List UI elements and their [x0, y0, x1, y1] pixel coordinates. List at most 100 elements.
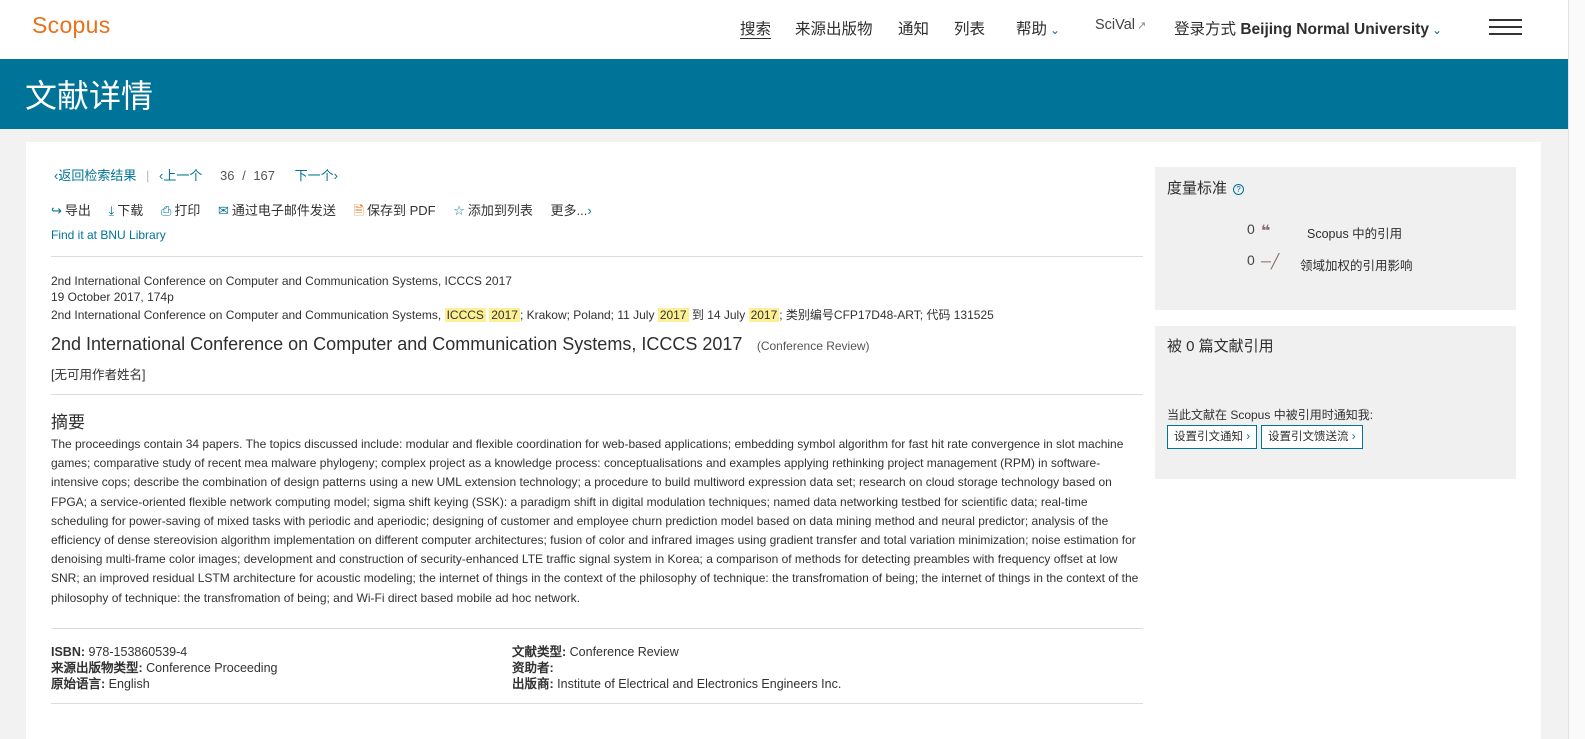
download-icon: ⤓ [108, 203, 115, 218]
citation-feed-label: 设置引文馈送流 [1268, 431, 1349, 443]
chevron-right-icon: › [1246, 431, 1251, 443]
sponsor-row: 资助者: [512, 660, 841, 676]
page-title: 文献详情 [25, 78, 154, 114]
details-left: ISBN: 978-153860539-4 来源出版物类型: Conferenc… [51, 644, 278, 692]
highlighted-term: 2017 [657, 308, 689, 322]
print-button[interactable]: ⎙ 打印 [161, 203, 200, 218]
abstract-text: The proceedings contain 34 papers. The t… [51, 437, 1139, 605]
citations-label[interactable]: Scopus 中的引用 [1307, 223, 1402, 242]
abstract-heading: 摘要 [51, 413, 85, 432]
pdf-icon: 🗎 [353, 203, 364, 218]
publisher-row: 出版商: Institute of Electrical and Electro… [512, 676, 841, 692]
language-label: 原始语言: [51, 677, 106, 691]
page-banner: 文献详情 [0, 59, 1568, 129]
action-toolbar: ↪ 导出 ⤓ 下载 ⎙ 打印 ✉ 通过电子邮件发送 🗎 保存到 PDF ☆ 添加到列表 更多… [51, 200, 592, 224]
result-current: 36 [219, 168, 235, 183]
document-title-row: 2nd International Conference on Computer… [51, 334, 870, 355]
chevron-down-icon: ⌄ [1431, 23, 1443, 37]
nav-scival-label: SciVal [1095, 17, 1136, 33]
email-icon: ✉ [217, 203, 229, 218]
scopus-logo[interactable]: Scopus [32, 12, 111, 39]
next-link[interactable]: 下一个› [295, 168, 338, 183]
nav-help-label: 帮助 [1016, 21, 1048, 38]
add-to-list-button[interactable]: ☆ 添加到列表 [453, 203, 533, 218]
highlighted-term: 2017 [489, 308, 520, 322]
metrics-title: 度量标准? [1167, 177, 1245, 198]
email-button[interactable]: ✉ 通过电子邮件发送 [218, 203, 336, 218]
chevron-right-icon: › [1351, 431, 1356, 443]
divider [51, 256, 1143, 257]
citation-alert-label: 设置引文通知 [1174, 431, 1243, 443]
source-type-label: 来源出版物类型: [51, 661, 143, 675]
document-type: (Conference Review) [756, 339, 870, 353]
divider [51, 703, 1143, 704]
save-pdf-label: 保存到 PDF [366, 203, 436, 218]
set-citation-feed-button[interactable]: 设置引文馈送流 › [1261, 425, 1363, 449]
add-list-label: 添加到列表 [467, 203, 533, 218]
metrics-title-label: 度量标准 [1167, 180, 1228, 197]
fwci-value: 0 [1247, 252, 1255, 268]
doc-type-label: 文献类型: [512, 645, 567, 659]
document-details-card: ‹返回检索结果 | ‹上一个 36 / 167 下一个› ↪ 导出 ⤓ 下载 ⎙ 打印… [26, 142, 1541, 739]
source-conference-line: 2nd International Conference on Computer… [51, 306, 994, 323]
doc-type-row: 文献类型: Conference Review [512, 644, 841, 660]
highlighted-term: 2017 [748, 308, 780, 322]
isbn-value: 978-153860539-4 [88, 645, 188, 659]
nav-login-institution[interactable]: 登录方式 Beijing Normal University ⌄ [1174, 17, 1442, 39]
library-link[interactable]: Find it at BNU Library [51, 228, 166, 242]
more-button[interactable]: 更多...› [551, 203, 592, 218]
quote-icon: ❝ [1261, 223, 1271, 240]
previous-link[interactable]: ‹上一个 [159, 168, 202, 183]
star-icon: ☆ [453, 203, 465, 218]
divider [51, 628, 1143, 629]
conference-name: 2nd International Conference on Computer… [51, 308, 442, 322]
more-label: 更多... [550, 203, 588, 218]
previous-label: 上一个 [163, 168, 203, 183]
set-citation-alert-button[interactable]: 设置引文通知 › [1167, 425, 1258, 449]
back-label: 返回检索结果 [58, 168, 137, 183]
conference-code: ; 类别编号CFP17D48-ART; 代码 131525 [779, 308, 994, 322]
result-separator: / [242, 168, 246, 183]
fwci-label[interactable]: 领域加权的引用影响 [1300, 255, 1413, 274]
result-total: 167 [253, 168, 276, 183]
print-icon: ⎙ [160, 203, 172, 218]
metrics-panel: 度量标准? 0 ❝ Scopus 中的引用 0 ─╱ 领域加权的引用影响 [1155, 167, 1516, 310]
help-icon[interactable]: ? [1233, 184, 1245, 195]
highlighted-term: ICCCS [444, 308, 486, 322]
next-label: 下一个 [294, 168, 334, 183]
nav-sources[interactable]: 来源出版物 [795, 17, 873, 39]
nav-search[interactable]: 搜索 [740, 17, 771, 39]
download-button[interactable]: ⤓ 下载 [109, 203, 144, 218]
scrollbar[interactable] [1568, 0, 1585, 739]
nav-scival[interactable]: SciVal ↗ [1095, 17, 1146, 33]
institution-name: Beijing Normal University [1240, 21, 1429, 38]
citations-count: 0 [1247, 221, 1255, 237]
notify-text: 当此文献在 Scopus 中被引用时通知我: [1167, 408, 1374, 422]
save-pdf-button[interactable]: 🗎 保存到 PDF [354, 203, 436, 218]
export-button[interactable]: ↪ 导出 [51, 203, 91, 218]
publisher-value: Institute of Electrical and Electronics … [557, 677, 842, 691]
nav-help[interactable]: 帮助 ⌄ [1016, 17, 1060, 39]
scale-icon: ─╱ [1261, 253, 1280, 269]
isbn-row: ISBN: 978-153860539-4 [51, 644, 278, 660]
source-type-row: 来源出版物类型: Conference Proceeding [51, 660, 278, 676]
hamburger-menu-icon[interactable] [1489, 19, 1522, 37]
nav-alerts[interactable]: 通知 [898, 17, 929, 39]
back-to-results-link[interactable]: ‹返回检索结果 [54, 168, 136, 183]
cited-by-panel: 被 0 篇文献引用 当此文献在 Scopus 中被引用时通知我: 设置引文通知 … [1155, 326, 1516, 479]
document-title: 2nd International Conference on Computer… [51, 334, 743, 354]
nav-lists[interactable]: 列表 [954, 17, 985, 39]
export-label: 导出 [64, 203, 91, 218]
conference-end: 到 14 July [691, 308, 746, 322]
chevron-right-icon: › [587, 203, 592, 218]
print-label: 打印 [174, 203, 201, 218]
chevron-down-icon: ⌄ [1050, 23, 1061, 37]
source-type-value: Conference Proceeding [146, 661, 278, 675]
doc-type-value: Conference Review [569, 645, 679, 659]
export-icon: ↪ [51, 203, 62, 218]
top-navigation-bar: Scopus 搜索 来源出版物 通知 列表 帮助 ⌄ SciVal ↗ 登录方式 B… [0, 0, 1568, 59]
result-navigation: ‹返回检索结果 | ‹上一个 36 / 167 下一个› [54, 168, 339, 183]
language-row: 原始语言: English [51, 676, 278, 692]
cited-by-title: 被 0 篇文献引用 [1167, 338, 1274, 355]
details-right: 文献类型: Conference Review 资助者: 出版商: Instit… [512, 644, 841, 692]
